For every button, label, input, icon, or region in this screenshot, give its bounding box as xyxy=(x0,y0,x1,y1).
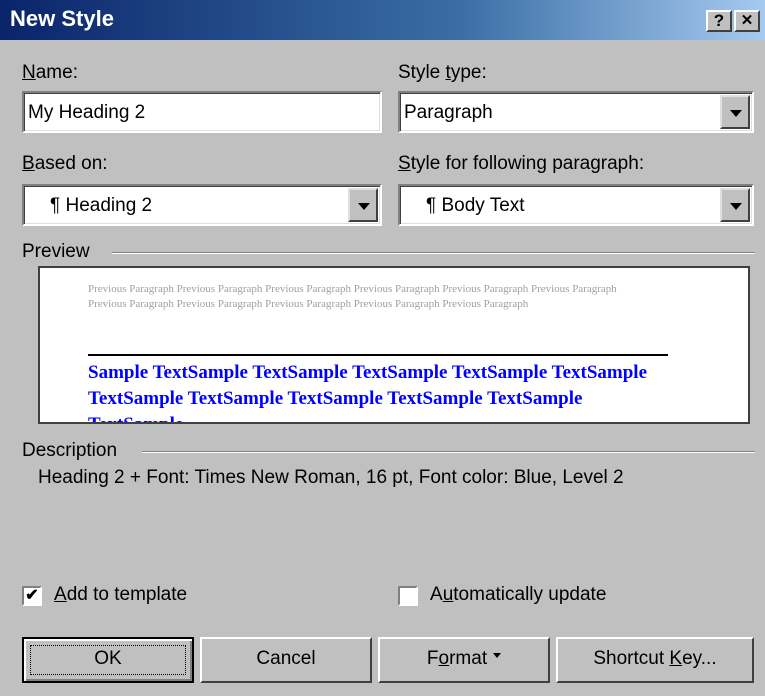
format-button-label: Format xyxy=(426,648,488,669)
chevron-down-icon xyxy=(730,110,742,117)
close-button[interactable]: ✕ xyxy=(734,10,760,32)
based-on-label: Based on: xyxy=(22,153,108,174)
following-style-value: ¶ Body Text xyxy=(426,195,525,216)
automatically-update-label[interactable]: Automatically update xyxy=(430,584,606,606)
preview-pane: Previous Paragraph Previous Paragraph Pr… xyxy=(38,266,750,424)
add-to-template-label[interactable]: Add to template xyxy=(54,584,187,606)
focus-rectangle xyxy=(30,645,186,675)
style-type-select[interactable]: Paragraph xyxy=(398,91,754,133)
name-label-rest: ame: xyxy=(35,62,78,83)
preview-separator xyxy=(88,354,668,356)
based-on-dropdown-button[interactable] xyxy=(348,188,378,222)
cancel-button-label: Cancel xyxy=(256,648,316,669)
following-style-select[interactable]: ¶ Body Text xyxy=(398,184,754,226)
automatically-update-checkbox[interactable] xyxy=(398,586,418,606)
chevron-down-icon xyxy=(358,203,370,210)
description-label: Description xyxy=(22,440,118,461)
title-bar[interactable]: New Style ? ✕ xyxy=(0,0,765,40)
cancel-button[interactable]: Cancel xyxy=(200,637,372,683)
previous-paragraph-text: Previous Paragraph Previous Paragraph Pr… xyxy=(88,283,617,310)
checkmark-icon: ✔ xyxy=(25,587,39,604)
sample-text: Sample TextSample TextSample TextSample … xyxy=(88,362,648,422)
dropdown-arrow-icon xyxy=(493,653,502,659)
style-type-dropdown-button[interactable] xyxy=(720,95,750,129)
add-to-template-checkbox[interactable]: ✔ xyxy=(22,586,42,606)
chevron-down-icon xyxy=(730,203,742,210)
shortcut-key-button-label: Shortcut Key... xyxy=(593,648,717,669)
new-style-dialog: New Style ? ✕ Name: My Heading 2 Style t… xyxy=(0,0,765,696)
following-style-dropdown-button[interactable] xyxy=(720,188,750,222)
style-type-value: Paragraph xyxy=(404,102,493,123)
help-button[interactable]: ? xyxy=(706,10,732,32)
name-label: Name: xyxy=(22,62,78,83)
style-type-label: Style type: xyxy=(398,62,487,83)
name-input-value: My Heading 2 xyxy=(28,102,146,123)
ok-button[interactable]: OK xyxy=(22,637,194,683)
name-input[interactable]: My Heading 2 xyxy=(22,91,382,133)
description-text: Heading 2 + Font: Times New Roman, 16 pt… xyxy=(38,467,624,488)
shortcut-key-button[interactable]: Shortcut Key... xyxy=(556,637,754,683)
format-button[interactable]: Format xyxy=(378,637,550,683)
preview-label: Preview xyxy=(22,241,90,262)
description-divider xyxy=(142,451,755,453)
based-on-select[interactable]: ¶ Heading 2 xyxy=(22,184,382,226)
preview-divider xyxy=(112,252,755,254)
based-on-value: ¶ Heading 2 xyxy=(50,195,153,216)
dialog-title: New Style xyxy=(10,6,114,31)
following-style-label: Style for following paragraph: xyxy=(398,153,645,174)
